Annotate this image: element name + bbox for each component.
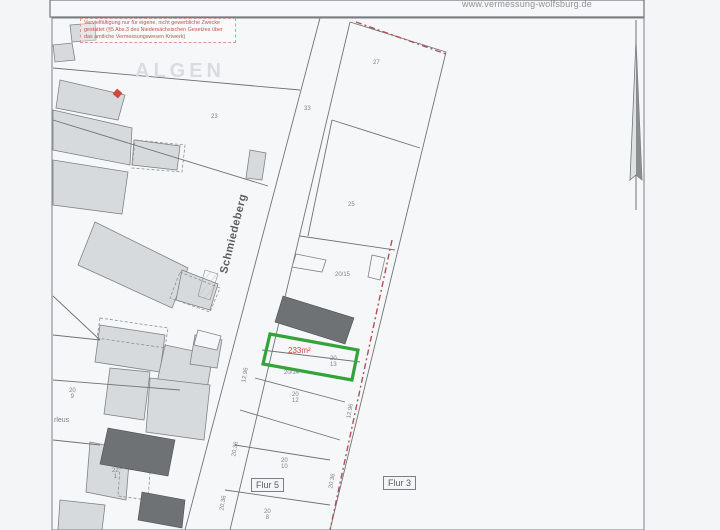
flur-3-label: Flur 3 [383,476,417,490]
plot-label: 20 8 [264,509,271,521]
plot-label: 25 [348,202,355,208]
parcel-area-label: 233m² [288,346,311,355]
plot-label: 27 [373,60,380,66]
flur-5-label: Flur 5 [251,478,285,492]
background-lettering: ALGEN [135,60,225,82]
plot-label: 20 12 [292,392,299,404]
plot-label: 33 [304,106,311,112]
plot-label: 23 [211,114,218,120]
plot-label: 20 13 [330,356,337,368]
usage-note: Vervielfältigung nur für eigene, nicht g… [80,18,236,43]
plot-label: 20/15 [335,272,351,278]
plot-label: 20 9 [69,388,76,400]
cadastral-map [0,0,720,530]
plot-label: 22 1 [112,468,119,480]
site-url[interactable]: www.vermessung-wolfsburg.de [462,0,622,9]
plot-label: 20 10 [281,458,288,470]
edge-text: rleus [54,417,70,424]
plot-label: 20/14 [284,370,300,376]
